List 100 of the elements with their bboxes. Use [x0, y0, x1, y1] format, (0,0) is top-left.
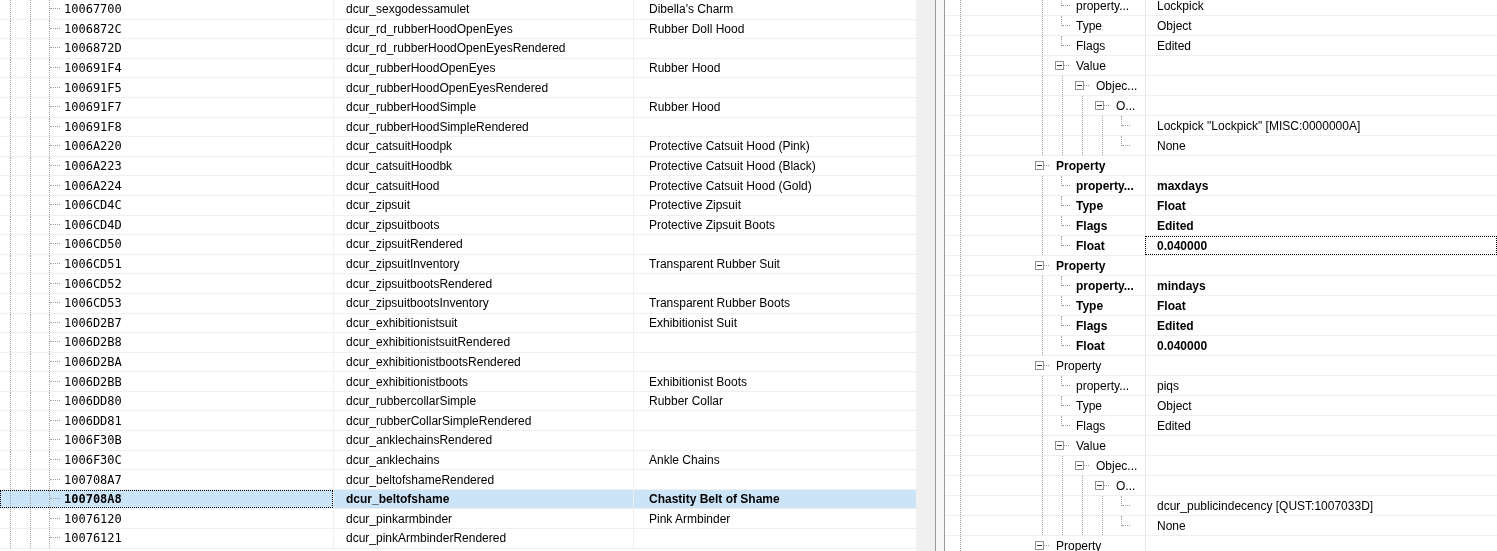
collapse-icon[interactable] [1035, 161, 1044, 170]
record-row[interactable]: 10076121 dcur_pinkArmbinderRendered [0, 529, 916, 549]
editor-id-cell-text: dcur_exhibitionistsuit [346, 314, 458, 332]
property-label[interactable]: property... [1076, 0, 1130, 15]
splitter[interactable] [935, 0, 945, 551]
editor-id-cell-text: dcur_zipsuitbootsRendered [346, 275, 493, 293]
property-label[interactable]: Type [1076, 16, 1102, 35]
property-value: Object [1157, 17, 1192, 35]
editor-id-cell-text: dcur_sexgodessamulet [346, 1, 470, 19]
editor-id-cell-text: dcur_catsuitHoodpk [346, 138, 453, 156]
item-name-cell-text: Exhibitionist Boots [649, 373, 748, 391]
property-value: 0.040000 [1157, 337, 1208, 355]
editor-id-cell-text: dcur_zipsuitbootsInventory [346, 295, 489, 313]
property-label[interactable]: Value [1076, 436, 1106, 455]
record-row[interactable]: 100691F7 dcur_rubberHoodSimple Rubber Hood [0, 97, 916, 118]
property-label[interactable]: property... [1076, 176, 1134, 195]
record-row[interactable]: 10076120 dcur_pinkarmbinder Pink Armbinder [0, 509, 916, 530]
record-row[interactable]: 1006872D dcur_rd_rubberHoodOpenEyesRendered [0, 39, 916, 59]
property-label[interactable]: Objec... [1096, 76, 1138, 95]
editor-id-cell-text: dcur_rd_rubberHoodOpenEyesRendered [346, 40, 566, 58]
form-id-cell: 10076121 [64, 530, 122, 547]
record-row[interactable]: 1006CD53 dcur_zipsuitbootsInventory Transparent Rubber Boots [0, 293, 916, 314]
editor-id-cell-text: dcur_anklechains [346, 451, 440, 469]
property-label[interactable]: Flags [1076, 416, 1106, 435]
record-row[interactable]: 1006A220 dcur_catsuitHoodpk Protective Catsuit Hood (Pink) [0, 137, 916, 157]
record-row[interactable]: 1006CD4C dcur_zipsuit Protective Zipsuit [0, 195, 916, 216]
collapse-icon[interactable] [1035, 541, 1044, 550]
property-value: Float [1157, 297, 1186, 315]
record-row[interactable]: 10067700 dcur_sexgodessamulet Dibella's Charm [0, 0, 916, 20]
record-row[interactable]: 1006CD4D dcur_zipsuitboots Protective Zipsuit Boots [0, 215, 916, 236]
collapse-icon[interactable] [1035, 361, 1044, 370]
property-label[interactable]: Type [1076, 196, 1104, 215]
form-id-cell: 100691F7 [64, 99, 122, 116]
record-row[interactable]: 1006A224 dcur_catsuitHood Protective Catsuit Hood (Gold) [0, 176, 916, 196]
record-row[interactable]: 1006D2BA dcur_exhibitionistbootsRendered [0, 352, 916, 373]
property-value: Object [1157, 397, 1192, 415]
property-value: Lockpick [1157, 0, 1204, 15]
collapse-icon[interactable] [1075, 81, 1084, 90]
form-id-cell: 1006A224 [64, 177, 122, 194]
property-label[interactable]: Flags [1076, 216, 1108, 235]
collapse-icon[interactable] [1035, 261, 1044, 270]
editor-id-cell-text: dcur_catsuitHoodbk [346, 158, 453, 176]
record-row[interactable]: 1006DD80 dcur_rubbercollarSimple Rubber Collar [0, 391, 916, 412]
collapse-icon[interactable] [1055, 441, 1064, 450]
record-row[interactable]: 100691F4 dcur_rubberHoodOpenEyes Rubber Hood [0, 58, 916, 79]
property-label[interactable]: Float [1076, 336, 1105, 355]
property-label[interactable]: Type [1076, 396, 1102, 415]
record-row[interactable]: 100708A7 dcur_beltofshameRendered [0, 470, 916, 490]
record-row[interactable]: 1006CD51 dcur_zipsuitInventory Transparent Rubber Suit [0, 254, 916, 275]
collapse-icon[interactable] [1095, 101, 1104, 110]
record-row[interactable]: 1006CD50 dcur_zipsuitRendered [0, 235, 916, 255]
property-label[interactable]: Float [1076, 236, 1105, 255]
property-label[interactable]: Value [1076, 56, 1106, 75]
record-row[interactable]: 100691F8 dcur_rubberHoodSimpleRendered [0, 117, 916, 138]
record-row[interactable]: 100708A8 dcur_beltofshame Chastity Belt of Shame [0, 489, 916, 510]
item-name-cell-text: Protective Zipsuit [649, 197, 742, 215]
item-name-cell-text: Transparent Rubber Suit [649, 256, 780, 273]
record-row[interactable]: 1006D2BB dcur_exhibitionistboots Exhibitionist Boots [0, 372, 916, 392]
form-id-cell: 100708A8 [64, 491, 122, 508]
record-row[interactable]: 1006F30C dcur_anklechains Ankle Chains [0, 450, 916, 471]
property-label[interactable]: Flags [1076, 316, 1108, 335]
property-label[interactable]: O... [1116, 476, 1136, 495]
editor-id-cell-text: dcur_anklechainsRendered [346, 432, 493, 450]
property-value: Edited [1157, 417, 1192, 435]
record-row[interactable]: 1006D2B7 dcur_exhibitionistsuit Exhibitionist Suit [0, 313, 916, 334]
property-label[interactable]: Property [1056, 156, 1106, 175]
editor-id-cell-text: dcur_exhibitionistbootsRendered [346, 354, 521, 371]
record-row[interactable]: 1006F30B dcur_anklechainsRendered [0, 431, 916, 451]
item-name-cell-text: Transparent Rubber Boots [649, 295, 790, 313]
record-row[interactable]: 1006D2B8 dcur_exhibitionistsuitRendered [0, 333, 916, 353]
collapse-icon[interactable] [1095, 481, 1104, 490]
record-row[interactable]: 1006872C dcur_rd_rubberHoodOpenEyes Rubber Doll Hood [0, 19, 916, 40]
item-name-cell-text: Protective Zipsuit Boots [649, 216, 776, 234]
form-id-cell: 1006CD52 [64, 275, 122, 292]
form-id-cell: 100691F4 [64, 60, 122, 77]
editor-id-cell-text: dcur_zipsuitInventory [346, 256, 460, 273]
record-row[interactable]: 1006A223 dcur_catsuitHoodbk Protective Catsuit Hood (Black) [0, 156, 916, 177]
form-id-cell: 1006D2B7 [64, 314, 122, 331]
form-id-cell: 1006CD53 [64, 295, 122, 312]
editor-id-cell-text: dcur_pinkArmbinderRendered [346, 530, 507, 548]
property-label[interactable]: Flags [1076, 36, 1106, 55]
editor-id-cell-text: dcur_zipsuitRendered [346, 236, 463, 254]
scrollbar-track[interactable] [916, 0, 935, 551]
record-row[interactable]: 1006CD52 dcur_zipsuitbootsRendered [0, 274, 916, 294]
property-label[interactable]: property... [1076, 276, 1134, 295]
property-value: Lockpick "Lockpick" [MISC:0000000A] [1157, 117, 1361, 135]
record-row[interactable]: 1006DD81 dcur_rubberCollarSimpleRendered [0, 411, 916, 432]
item-name-cell-text: Pink Armbinder [649, 510, 731, 528]
property-label[interactable]: Type [1076, 296, 1104, 315]
property-label[interactable]: O... [1116, 96, 1136, 115]
collapse-icon[interactable] [1075, 461, 1084, 470]
form-id-cell: 1006A220 [64, 138, 122, 155]
property-label[interactable]: Property [1056, 356, 1102, 375]
property-label[interactable]: property... [1076, 376, 1130, 395]
form-id-cell: 1006CD4C [64, 197, 122, 214]
collapse-icon[interactable] [1055, 61, 1064, 70]
property-label[interactable]: Property [1056, 256, 1106, 275]
property-label[interactable]: Objec... [1096, 456, 1138, 475]
record-row[interactable]: 100691F5 dcur_rubberHoodOpenEyesRendered [0, 78, 916, 98]
item-name-cell-text: Chastity Belt of Shame [649, 491, 780, 509]
